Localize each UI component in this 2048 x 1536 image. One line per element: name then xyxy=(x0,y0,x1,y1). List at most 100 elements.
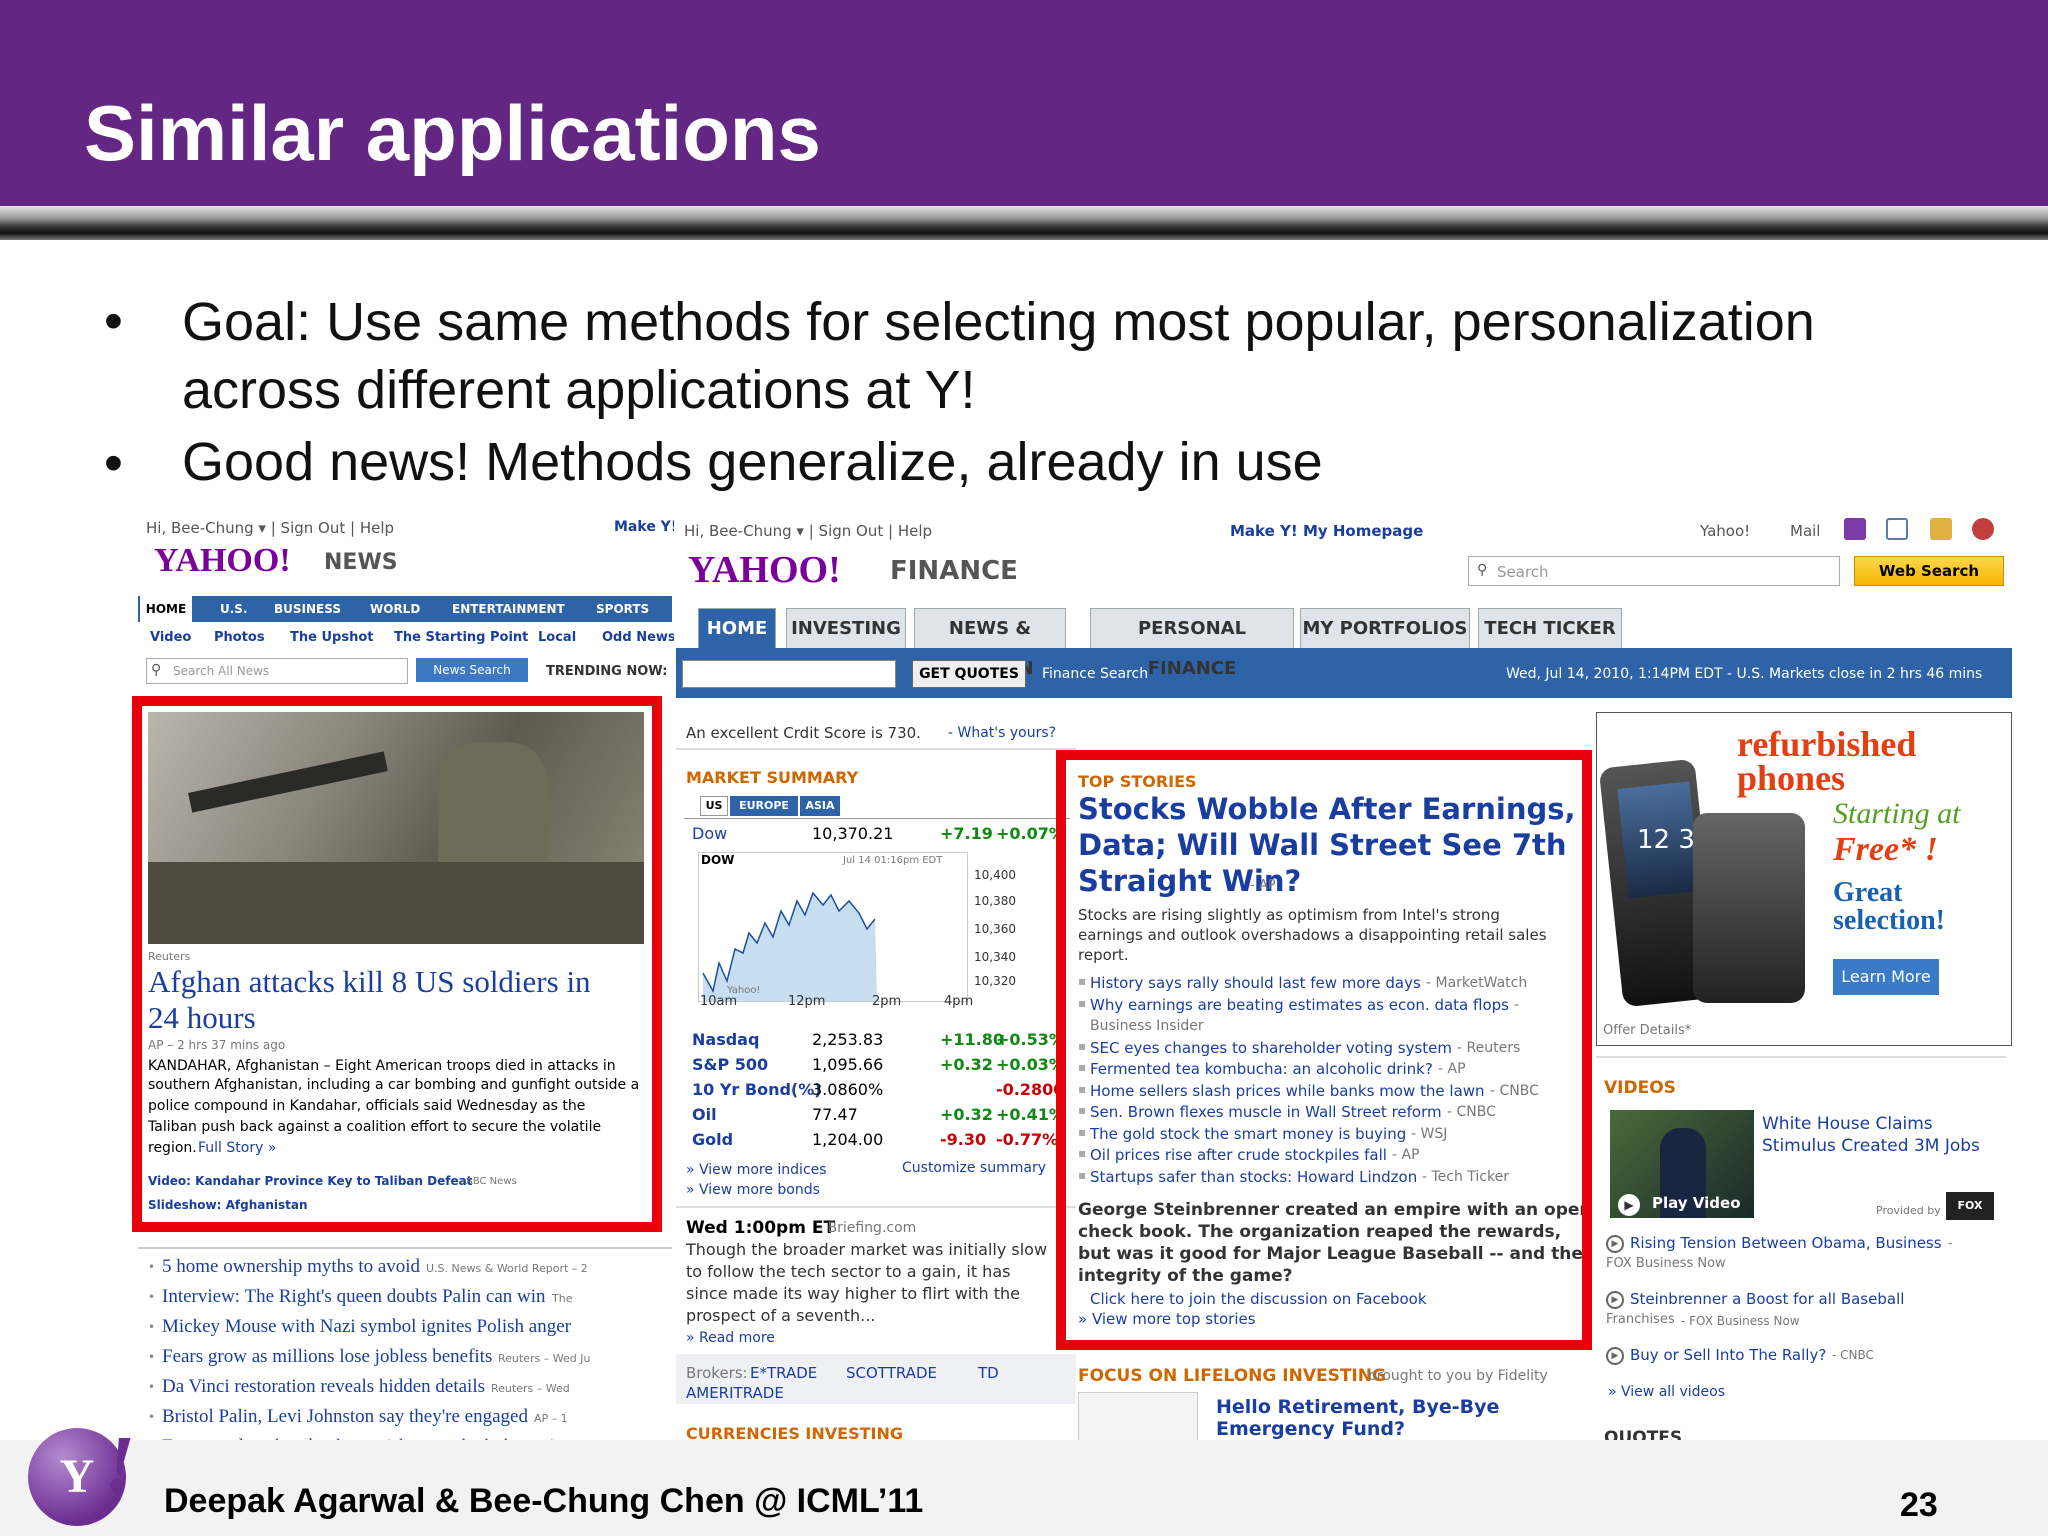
news-list-source: AP – 1 xyxy=(534,1412,568,1425)
fin-user-bar[interactable]: Hi, Bee-Chung ▾ | Sign Out | Help xyxy=(684,522,932,540)
chart-y-1: 10,400 xyxy=(974,868,1016,882)
market-tab-asia[interactable]: ASIA xyxy=(800,796,840,816)
news-subnav-photos[interactable]: Photos xyxy=(214,630,265,645)
news-list-title[interactable]: Bristol Palin, Levi Johnston say they're… xyxy=(162,1406,528,1428)
video-list-item[interactable]: FOX Business Now xyxy=(1606,1256,2006,1276)
video-link-title[interactable]: Steinbrenner a Boost for all Baseball xyxy=(1630,1290,1904,1308)
news-highlight-box xyxy=(132,696,662,1232)
play-circle-icon[interactable]: ▶ xyxy=(1606,1235,1624,1253)
news-subnav-odd-news[interactable]: Odd News xyxy=(602,630,674,645)
slide-title: Similar applications xyxy=(84,89,821,177)
calendar-icon[interactable] xyxy=(1886,518,1908,540)
market-percent: +0.41% xyxy=(996,1105,1065,1124)
broker-ameritrade[interactable]: AMERITRADE xyxy=(686,1384,784,1402)
focus-headline-2[interactable]: Emergency Fund? xyxy=(1216,1418,1405,1440)
view-all-videos[interactable]: » View all videos xyxy=(1608,1384,1725,1400)
finance-search-link[interactable]: Finance Search xyxy=(1042,666,1148,682)
fin-tab-home[interactable]: HOME xyxy=(698,608,776,648)
dow-chart[interactable]: DOW Jul 14 01:16pm EDT Yahoo! xyxy=(698,852,968,1002)
briefing-read-more[interactable]: » Read more xyxy=(686,1330,775,1346)
ad-offer-details[interactable]: Offer Details* xyxy=(1603,1023,1691,1038)
bullet-marker-1: • xyxy=(104,291,123,351)
news-user-bar[interactable]: Hi, Bee-Chung ▾ | Sign Out | Help xyxy=(146,519,394,537)
phone-ad[interactable]: 12 38 refurbished phones Starting at Fre… xyxy=(1596,712,2012,1046)
ad-learn-more-button[interactable]: Learn More xyxy=(1833,959,1939,995)
market-percent: -0.2800 xyxy=(996,1080,1065,1099)
market-value: 1,095.66 xyxy=(812,1055,884,1074)
play-icon[interactable]: ▶ xyxy=(1618,1194,1640,1216)
news-list-source: U.S. News & World Report – 2 xyxy=(426,1262,588,1275)
news-list-title[interactable]: Interview: The Right's queen doubts Pali… xyxy=(162,1286,546,1308)
video-list-item[interactable]: Rising Tension Between Obama, Business - ▶ xyxy=(1606,1234,2006,1254)
news-subnav-starting-point[interactable]: The Starting Point xyxy=(394,630,528,645)
market-tab-us[interactable]: US xyxy=(700,796,728,816)
web-search-input[interactable]: ⚲ Search xyxy=(1468,556,1840,586)
video-list-item[interactable]: Buy or Sell Into The Rally? - CNBC ▶ xyxy=(1606,1346,2006,1366)
play-circle-icon[interactable]: ▶ xyxy=(1606,1347,1624,1365)
fin-yahoo-logo[interactable]: YAHOO! xyxy=(688,548,841,592)
video-list-item[interactable]: Steinbrenner a Boost for all Baseball ▶ xyxy=(1606,1290,2006,1310)
view-more-bonds[interactable]: » View more bonds xyxy=(686,1182,820,1198)
news-list-source: Reuters – Wed Ju xyxy=(498,1352,591,1365)
video-list-item[interactable]: Franchises - FOX Business Now xyxy=(1606,1312,2006,1332)
news-search-button[interactable]: News Search xyxy=(416,658,528,682)
news-subnav-upshot[interactable]: The Upshot xyxy=(290,630,373,645)
play-circle-icon[interactable]: ▶ xyxy=(1606,1291,1624,1309)
fin-tab-news-opinion[interactable]: NEWS & OPINION xyxy=(914,608,1066,679)
news-list-title[interactable]: 5 home ownership myths to avoid xyxy=(162,1256,420,1278)
video-thumbnail[interactable]: ▶ Play Video xyxy=(1610,1110,1754,1218)
customize-summary[interactable]: Customize summary xyxy=(902,1160,1046,1176)
web-search-button[interactable]: Web Search xyxy=(1854,556,2004,586)
fin-tab-tech-ticker[interactable]: TECH TICKER xyxy=(1478,608,1622,648)
news-list-title[interactable]: Mickey Mouse with Nazi symbol ignites Po… xyxy=(162,1316,571,1338)
brokers-label: Brokers: xyxy=(686,1364,748,1382)
messenger-icon[interactable] xyxy=(1972,518,1994,540)
video-headline-2[interactable]: Stimulus Created 3M Jobs xyxy=(1762,1136,1980,1156)
my-yahoo-icon[interactable] xyxy=(1844,518,1866,540)
video-headline-1[interactable]: White House Claims xyxy=(1762,1114,1933,1134)
market-tab-europe[interactable]: EUROPE xyxy=(730,796,798,816)
video-link-title[interactable]: Buy or Sell Into The Rally? xyxy=(1630,1346,1826,1364)
fin-yahoo-link[interactable]: Yahoo! xyxy=(1700,522,1750,540)
fin-tab-my-portfolios[interactable]: MY PORTFOLIOS xyxy=(1300,608,1470,648)
news-nav-sports[interactable]: SPORTS xyxy=(596,602,649,616)
news-nav-world[interactable]: WORLD xyxy=(370,602,420,616)
bullet-marker: • xyxy=(148,1410,156,1424)
news-list-item[interactable]: • Mickey Mouse with Nazi symbol ignites P… xyxy=(136,1316,674,1344)
notepad-icon[interactable] xyxy=(1930,518,1952,540)
news-list-item[interactable]: • Bristol Palin, Levi Johnston say they'r… xyxy=(136,1406,674,1434)
credit-ad-link[interactable]: - What's yours? xyxy=(948,725,1056,741)
news-list-item[interactable]: • Fears grow as millions lose jobless ben… xyxy=(136,1346,674,1374)
news-nav-us[interactable]: U.S. xyxy=(220,602,248,616)
news-list-item[interactable]: • Interview: The Right's queen doubts Pal… xyxy=(136,1286,674,1314)
news-nav-home[interactable]: HOME xyxy=(140,596,192,622)
fin-mail-link[interactable]: Mail xyxy=(1790,522,1820,540)
get-quotes-button[interactable]: GET QUOTES xyxy=(912,660,1026,688)
fin-tab-investing[interactable]: INVESTING xyxy=(786,608,906,648)
news-subnav-video[interactable]: Video xyxy=(150,630,191,645)
broker-td[interactable]: TD xyxy=(978,1364,999,1382)
news-subnav-local[interactable]: Local xyxy=(538,630,576,645)
news-list-item[interactable]: • 5 home ownership myths to avoid U.S. New… xyxy=(136,1256,674,1284)
video-link-title[interactable]: Franchises xyxy=(1606,1312,1675,1327)
chart-y-3: 10,360 xyxy=(974,922,1016,936)
news-list-item[interactable]: • Da Vinci restoration reveals hidden det… xyxy=(136,1376,674,1404)
news-search-input[interactable]: Search All News ⚲ xyxy=(146,658,408,684)
news-nav-business[interactable]: BUSINESS xyxy=(274,602,341,616)
chart-x-4: 4pm xyxy=(944,994,974,1009)
fin-tab-personal-finance[interactable]: PERSONAL FINANCE xyxy=(1090,608,1294,679)
view-more-indices[interactable]: » View more indices xyxy=(686,1162,827,1178)
video-link-title[interactable]: FOX Business Now xyxy=(1606,1256,1726,1271)
news-yahoo-logo[interactable]: YAHOO! xyxy=(154,542,291,580)
news-list-title[interactable]: Fears grow as millions lose jobless bene… xyxy=(162,1346,492,1368)
video-link-title[interactable]: Rising Tension Between Obama, Business xyxy=(1630,1234,1942,1252)
broker-scottrade[interactable]: SCOTTRADE xyxy=(846,1364,937,1382)
play-video-label[interactable]: Play Video xyxy=(1652,1194,1741,1212)
broker-etrade[interactable]: E*TRADE xyxy=(750,1364,817,1382)
focus-headline-1[interactable]: Hello Retirement, Bye-Bye xyxy=(1216,1396,1499,1418)
news-list-title[interactable]: Da Vinci restoration reveals hidden deta… xyxy=(162,1376,485,1398)
fin-make-y-link[interactable]: Make Y! My Homepage xyxy=(1230,522,1423,540)
news-nav-entertainment[interactable]: ENTERTAINMENT xyxy=(452,602,565,616)
news-make-y-link[interactable]: Make Y! xyxy=(614,519,674,535)
quote-symbol-input[interactable] xyxy=(682,660,896,688)
